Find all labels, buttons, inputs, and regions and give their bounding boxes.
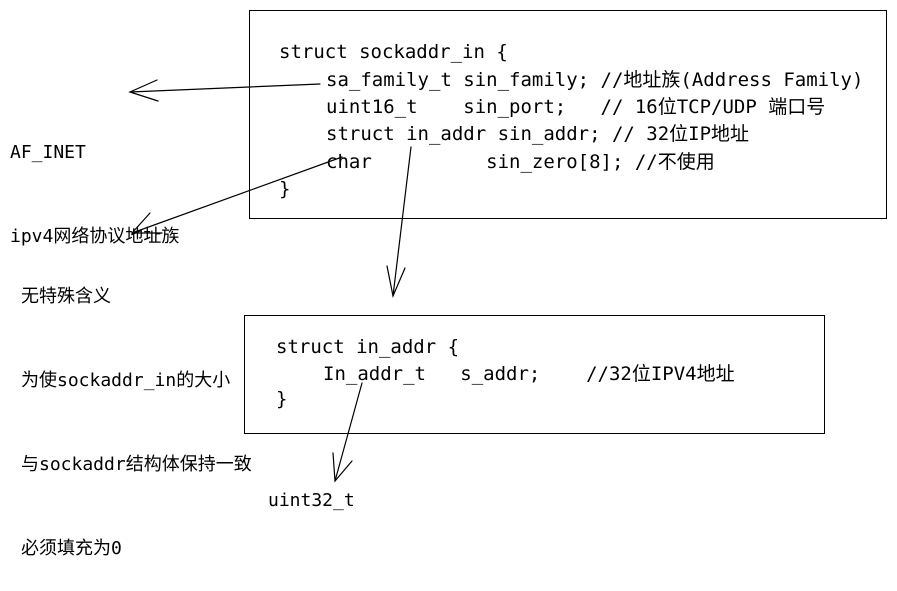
- sin-zero-field: char sin_zero[8]; //不使用: [326, 151, 715, 173]
- sin-family-field: sa_family_t sin_family; //地址族(Address Fa…: [326, 69, 864, 91]
- sin-zero-note: 无特殊含义 为使sockaddr_in的大小 与sockaddr结构体保持一致 …: [21, 227, 252, 591]
- sin-port-field: uint16_t sin_port; // 16位TCP/UDP 端口号: [326, 96, 826, 118]
- s-addr-field: In_addr_t s_addr; //32位IPV4地址: [323, 363, 735, 385]
- sin-zero-note-line-1: 无特殊含义: [21, 286, 111, 307]
- sockaddr-in-close: }: [279, 178, 291, 200]
- sin-zero-note-line-4: 必须填充为0: [21, 538, 122, 559]
- af-inet-label: AF_INET: [10, 142, 86, 163]
- in-addr-close: }: [276, 388, 288, 410]
- sin-addr-field: struct in_addr sin_addr; // 32位IP地址: [326, 123, 750, 145]
- sin-zero-note-line-3: 与sockaddr结构体保持一致: [21, 454, 252, 475]
- in-addr-header: struct in_addr {: [276, 336, 460, 358]
- uint32-note: uint32_t: [268, 490, 355, 511]
- arrowhead-in-addr: [386, 265, 406, 299]
- sockaddr-in-header: struct sockaddr_in {: [279, 41, 508, 63]
- arrowhead-uint32: [332, 452, 353, 483]
- sin-zero-note-line-2: 为使sockaddr_in的大小: [21, 370, 231, 391]
